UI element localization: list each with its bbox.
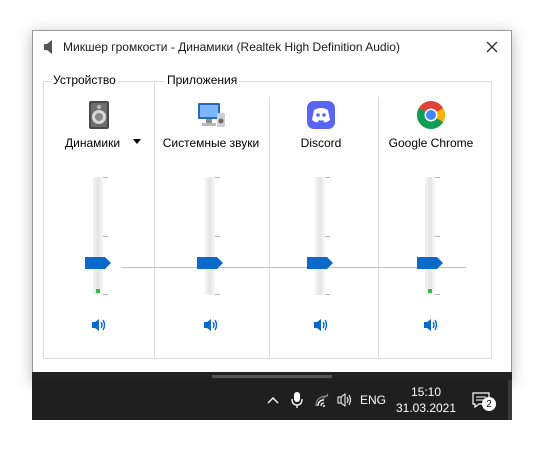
network-button[interactable] [312, 380, 334, 420]
slider-tick [103, 177, 108, 178]
volume-slider-thumb[interactable] [197, 257, 223, 269]
chrome-icon [417, 101, 445, 129]
slider-tick [325, 236, 330, 237]
title-bar[interactable]: Микшер громкости - Динамики (Realtek Hig… [33, 31, 511, 63]
taskbar: ENG 15:10 31.03.2021 2 [32, 380, 512, 420]
clock-button[interactable]: 15:10 31.03.2021 [390, 384, 462, 416]
mute-button-speaker-icon[interactable] [90, 317, 108, 333]
volume-mixer-window: Микшер громкости - Динамики (Realtek Hig… [32, 30, 512, 380]
slider-tick [435, 294, 440, 295]
chevron-up-icon [267, 397, 279, 404]
channel-label: Discord [300, 136, 342, 150]
channel-label: Системные звуки [162, 136, 260, 150]
device-dropdown-arrow[interactable] [133, 139, 141, 144]
window-bottom-edge [32, 372, 512, 380]
clock-date: 31.03.2021 [395, 401, 457, 415]
mute-button-speaker-icon[interactable] [312, 317, 330, 333]
channel-label: Google Chrome [388, 136, 474, 150]
language-label: ENG [359, 393, 386, 407]
close-button[interactable] [473, 31, 511, 63]
peak-meter [428, 177, 432, 295]
peak-meter [318, 177, 322, 295]
channel-discord: Discord [267, 93, 375, 353]
channel-google-chrome: Google Chrome [377, 93, 485, 353]
peak-meter [208, 177, 212, 295]
volume-button[interactable] [334, 380, 356, 420]
screen: Микшер громкости - Динамики (Realtek Hig… [0, 0, 544, 453]
channel-device-speakers: Динамики [45, 93, 153, 353]
notification-count-badge: 2 [482, 397, 496, 411]
speaker-device-icon[interactable] [83, 99, 115, 131]
peak-meter [96, 177, 100, 295]
speaker-title-icon [44, 40, 52, 54]
show-desktop-button[interactable] [508, 380, 512, 420]
close-icon [486, 41, 498, 53]
action-center-button[interactable]: 2 [468, 380, 496, 420]
slider-tick [215, 294, 220, 295]
device-group-label: Устройство [51, 73, 118, 87]
discord-icon [307, 101, 335, 129]
microphone-icon [291, 392, 303, 408]
peak-meter-level [96, 289, 100, 293]
scrollbar-thumb[interactable] [212, 375, 332, 378]
clock-time: 15:10 [410, 385, 442, 399]
slider-tick [103, 294, 108, 295]
slider-tick [215, 177, 220, 178]
channel-system-sounds: Системные звуки [157, 93, 265, 353]
slider-tick [435, 177, 440, 178]
wifi-icon [315, 393, 329, 407]
input-language-button[interactable]: ENG [358, 380, 388, 420]
volume-slider-thumb[interactable] [417, 257, 443, 269]
slider-tick [215, 236, 220, 237]
slider-tick [325, 294, 330, 295]
slider-tick [325, 177, 330, 178]
apps-group-label: Приложения [165, 73, 240, 87]
peak-meter-level [428, 289, 432, 293]
mute-button-speaker-icon[interactable] [202, 317, 220, 333]
window-title: Микшер громкости - Динамики (Realtek Hig… [63, 40, 400, 54]
system-sounds-icon [198, 103, 225, 127]
microphone-button[interactable] [286, 380, 308, 420]
volume-slider-thumb[interactable] [307, 257, 333, 269]
slider-tick [435, 236, 440, 237]
speaker-icon [337, 393, 352, 407]
slider-tick [103, 236, 108, 237]
mute-button-speaker-icon[interactable] [422, 317, 440, 333]
volume-slider-thumb[interactable] [85, 257, 111, 269]
show-hidden-icons-button[interactable] [262, 380, 284, 420]
